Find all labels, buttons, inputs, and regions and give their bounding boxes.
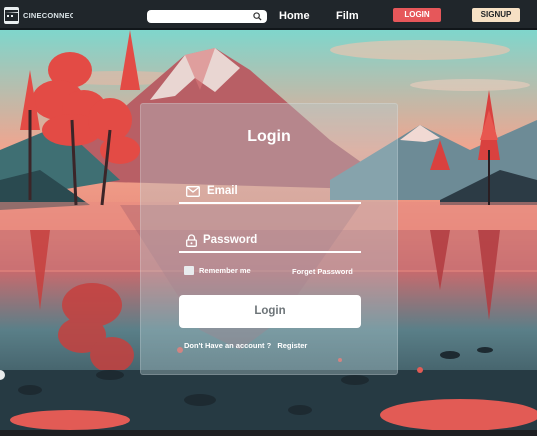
- search-icon[interactable]: [253, 12, 262, 21]
- remember-label: Remember me: [199, 266, 251, 275]
- email-field[interactable]: Email: [179, 182, 361, 204]
- login-submit-button[interactable]: Login: [179, 295, 361, 328]
- login-title: Login: [247, 128, 291, 145]
- nav-login-button[interactable]: LOGIN: [393, 8, 441, 22]
- remember-me[interactable]: Remember me: [184, 266, 251, 275]
- password-input[interactable]: [179, 231, 361, 251]
- remember-checkbox[interactable]: [184, 266, 194, 275]
- email-input[interactable]: [179, 182, 361, 202]
- nav-signup-button[interactable]: SIGNUP: [472, 8, 520, 22]
- top-navbar: CINECONNECT Home Film LOGIN SIGNUP: [0, 0, 537, 30]
- forgot-password-link[interactable]: Forget Password: [292, 267, 353, 276]
- password-field[interactable]: Password: [179, 231, 361, 253]
- register-prompt: Don't Have an account ? Register: [184, 341, 307, 350]
- brand-name[interactable]: CINECONNECT: [23, 11, 73, 20]
- search-input[interactable]: [147, 14, 267, 27]
- search-bar[interactable]: [147, 10, 267, 27]
- film-logo-icon[interactable]: [4, 7, 19, 24]
- login-card: Login Email Password Remember me Forget …: [140, 103, 398, 375]
- nav-link-film[interactable]: Film: [336, 10, 359, 22]
- register-link[interactable]: Register: [277, 341, 307, 350]
- nav-link-home[interactable]: Home: [279, 10, 310, 22]
- no-account-text: Don't Have an account ?: [184, 341, 272, 350]
